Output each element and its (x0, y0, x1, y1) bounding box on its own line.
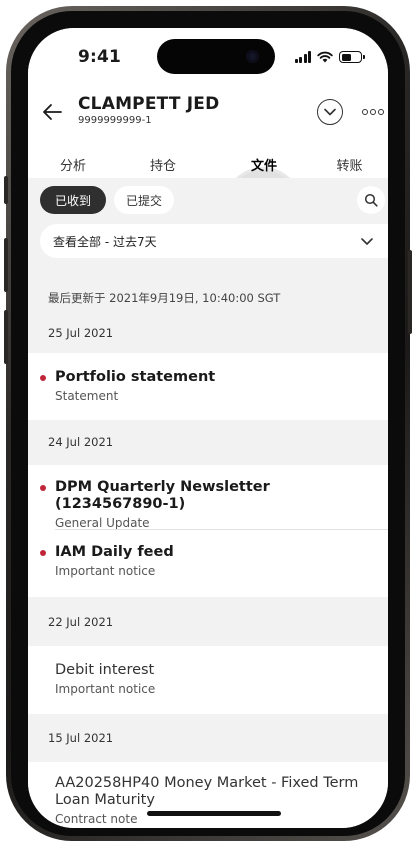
last-updated-text: 最后更新于 2021年9月19日, 10:40:00 SGT (48, 291, 281, 305)
volume-down-button (4, 310, 8, 364)
document-item[interactable]: AA20258HP40 Money Market - Fixed Term Lo… (28, 762, 388, 828)
document-type: General Update (55, 516, 150, 530)
document-title: AA20258HP40 Money Market - Fixed Term Lo… (55, 775, 359, 808)
document-item[interactable]: Debit interest Important notice (28, 646, 388, 714)
date-header: 15 Jul 2021 (28, 714, 388, 762)
account-switch-button[interactable] (317, 99, 343, 125)
more-dot-icon (378, 109, 384, 115)
back-button[interactable] (39, 99, 65, 125)
camera-icon (246, 50, 259, 63)
chevron-down-icon (324, 108, 336, 116)
document-type: Important notice (55, 682, 156, 696)
date-header: 25 Jul 2021 (28, 314, 388, 353)
document-title: Debit interest (55, 662, 155, 678)
volume-up-button (4, 238, 8, 292)
unread-dot-icon (40, 485, 46, 491)
back-arrow-icon (43, 104, 62, 120)
chip-submitted[interactable]: 已提交 (114, 186, 174, 214)
unread-dot-icon (40, 375, 46, 381)
date-header: 24 Jul 2021 (28, 420, 388, 465)
search-icon (364, 193, 378, 207)
document-title: IAM Daily feed (55, 544, 174, 560)
search-button[interactable] (357, 186, 385, 214)
document-list: 25 Jul 2021 Portfolio statement Statemen… (28, 314, 388, 828)
wifi-icon (317, 51, 333, 63)
account-name: CLAMPETT JED (78, 94, 220, 114)
document-item[interactable]: Portfolio statement Statement (28, 353, 388, 420)
more-dot-icon (370, 109, 376, 115)
date-header: 22 Jul 2021 (28, 597, 388, 646)
battery-icon (339, 51, 365, 63)
status-time: 9:41 (78, 47, 122, 67)
status-icons (294, 49, 365, 63)
document-item[interactable]: IAM Daily feed Important notice (28, 530, 388, 597)
ringer-switch (4, 176, 8, 204)
home-indicator[interactable] (147, 811, 281, 816)
document-title: DPM Quarterly Newsletter (1234567890-1) (55, 479, 270, 512)
signal-icon (294, 51, 311, 63)
account-number: 9999999999-1 (78, 115, 152, 126)
more-dot-icon (362, 109, 368, 115)
unread-dot-icon (40, 550, 46, 556)
app-screen: 9:41 CLAMPETT JED 9999999999-1 分析 持仓 文件 … (28, 28, 388, 828)
status-bar: 9:41 (28, 28, 388, 90)
document-type: Important notice (55, 564, 156, 578)
more-options-button[interactable] (362, 105, 384, 119)
document-type: Statement (55, 389, 119, 403)
document-title: Portfolio statement (55, 369, 216, 385)
document-item[interactable]: DPM Quarterly Newsletter (1234567890-1) … (28, 465, 388, 530)
chevron-down-icon (361, 238, 373, 245)
chip-received[interactable]: 已收到 (40, 186, 106, 214)
filter-area: 已收到 已提交 查看全部 - 过去7天 (28, 178, 388, 273)
period-filter-select[interactable]: 查看全部 - 过去7天 (40, 224, 388, 258)
dynamic-island (157, 39, 275, 74)
power-button (408, 250, 412, 334)
period-filter-label: 查看全部 - 过去7天 (53, 235, 157, 249)
